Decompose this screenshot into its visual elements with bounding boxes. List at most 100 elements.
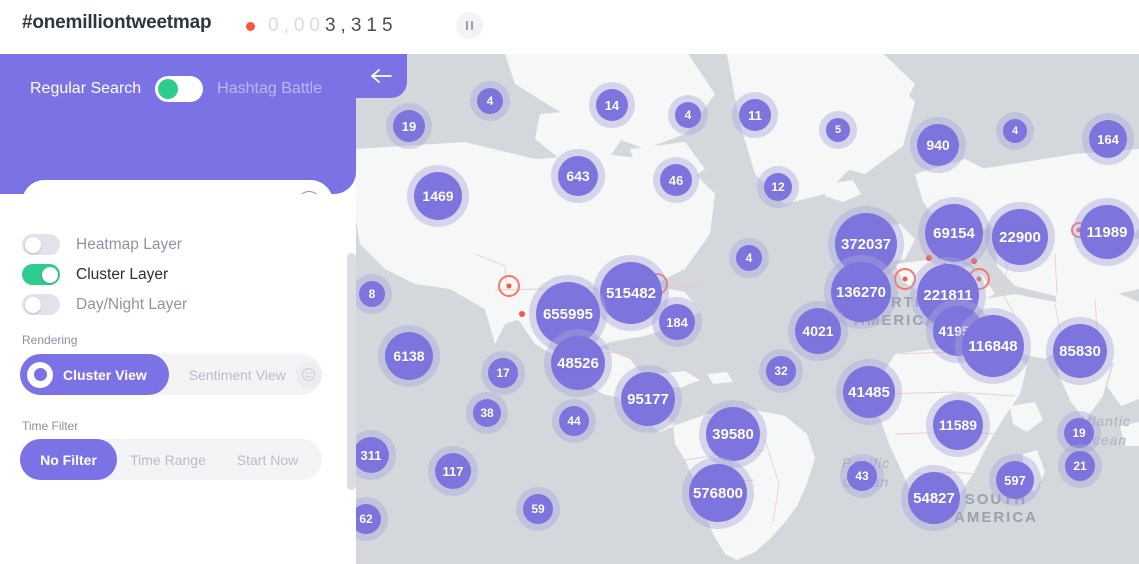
- counter-dim-digits: 0,00: [268, 15, 325, 37]
- cluster-bubble[interactable]: 643: [558, 156, 598, 196]
- pause-button[interactable]: [456, 12, 483, 39]
- cluster-bubble[interactable]: 85830: [1053, 324, 1107, 378]
- cluster-bubble[interactable]: 44: [559, 406, 589, 436]
- cluster-bubble-count: 136270: [836, 285, 886, 300]
- tweet-marker-dot[interactable]: [519, 311, 525, 317]
- cluster-bubble-count: 69154: [933, 226, 975, 241]
- counter-bright-digits: 3,315: [325, 15, 398, 37]
- time-filter-option-time-range-label: Time Range: [130, 452, 206, 468]
- cluster-bubble[interactable]: 11: [739, 99, 771, 131]
- world-map[interactable]: NORTHAMERICA SOUTHAMERICA EUROPE AFRICA …: [355, 54, 1139, 564]
- cluster-bubble[interactable]: 32: [766, 356, 796, 386]
- time-filter-option-time-range[interactable]: Time Range: [117, 439, 219, 480]
- cluster-bubble-count: 116848: [968, 339, 1017, 354]
- cluster-bubble-count: 48526: [557, 356, 599, 371]
- cluster-bubble-count: 21: [1073, 460, 1086, 472]
- cluster-bubble[interactable]: 39580: [706, 407, 760, 461]
- cluster-bubble[interactable]: 69154: [925, 204, 983, 262]
- time-filter-option-start-now-label: Start Now: [237, 452, 298, 468]
- rendering-option-cluster-view[interactable]: Cluster View: [20, 354, 169, 395]
- layer-row-cluster[interactable]: Cluster Layer: [22, 264, 168, 285]
- cluster-bubble-count: 311: [361, 449, 382, 462]
- cluster-bubble[interactable]: 59: [523, 494, 553, 524]
- cluster-bubble[interactable]: 17: [488, 358, 518, 388]
- cluster-bubble-count: 11: [748, 109, 762, 122]
- cluster-bubble-count: 32: [774, 365, 787, 377]
- cluster-bubble[interactable]: 6138: [385, 332, 433, 380]
- rendering-option-sentiment-view-label: Sentiment View: [189, 367, 286, 383]
- cluster-bubble[interactable]: 11589: [933, 400, 983, 450]
- cluster-bubble[interactable]: 940: [917, 124, 959, 166]
- rendering-segmented-control[interactable]: Cluster View Sentiment View: [20, 354, 322, 395]
- time-filter-option-no-filter[interactable]: No Filter: [20, 439, 117, 480]
- cluster-bubble-count: 43: [855, 470, 868, 482]
- cluster-bubble-count: 4: [746, 252, 753, 264]
- search-mode-switch[interactable]: [155, 76, 203, 102]
- rendering-option-sentiment-view[interactable]: Sentiment View: [169, 354, 328, 395]
- cluster-bubble[interactable]: 4021: [795, 308, 841, 354]
- tweet-marker-ring[interactable]: [498, 275, 520, 297]
- hashtag-battle-label[interactable]: Hashtag Battle: [217, 80, 322, 98]
- layer-row-heatmap[interactable]: Heatmap Layer: [22, 234, 182, 255]
- cluster-bubble-count: 4: [685, 109, 692, 121]
- regular-search-label[interactable]: Regular Search: [30, 80, 141, 98]
- cluster-bubble[interactable]: 184: [659, 304, 695, 340]
- cluster-layer-toggle[interactable]: [22, 264, 60, 285]
- cluster-bubble[interactable]: 116848: [962, 315, 1024, 377]
- rendering-option-cluster-view-label: Cluster View: [63, 367, 147, 383]
- cluster-bubble[interactable]: 164: [1089, 120, 1127, 158]
- cluster-bubble[interactable]: 4: [477, 88, 503, 114]
- cluster-bubble[interactable]: 22900: [992, 209, 1048, 265]
- heatmap-layer-label: Heatmap Layer: [76, 236, 182, 254]
- collapse-sidebar-button[interactable]: [355, 54, 407, 98]
- cluster-bubble-count: 515482: [606, 286, 656, 301]
- cluster-bubble[interactable]: 8: [359, 281, 385, 307]
- cluster-bubble[interactable]: 4: [675, 102, 701, 128]
- cluster-bubble-count: 19: [1072, 427, 1085, 439]
- time-filter-option-start-now[interactable]: Start Now: [219, 439, 316, 480]
- tweet-marker-dot[interactable]: [926, 255, 932, 261]
- heatmap-layer-toggle[interactable]: [22, 234, 60, 255]
- cluster-bubble-count: 117: [443, 465, 464, 478]
- sidebar-panel: Regular Search Hashtag Battle i Heatmap …: [0, 54, 356, 564]
- tweet-marker-dot[interactable]: [971, 258, 977, 264]
- cluster-bubble[interactable]: 19: [1064, 418, 1094, 448]
- cluster-bubble[interactable]: 14: [596, 89, 628, 121]
- cluster-bubble[interactable]: 576800: [689, 464, 747, 522]
- cluster-bubble-count: 85830: [1059, 344, 1101, 359]
- cluster-bubble[interactable]: 117: [435, 453, 471, 489]
- cluster-bubble-count: 38: [480, 407, 493, 419]
- cluster-bubble-count: 1469: [422, 189, 453, 203]
- tweet-marker-ring[interactable]: [894, 268, 916, 290]
- daynight-layer-toggle[interactable]: [22, 294, 60, 315]
- cluster-bubble[interactable]: 11989: [1080, 205, 1134, 259]
- cluster-bubble[interactable]: 1469: [414, 172, 462, 220]
- cluster-bubble[interactable]: 95177: [621, 372, 675, 426]
- cluster-bubble[interactable]: 12: [764, 173, 792, 201]
- cluster-bubble[interactable]: 515482: [600, 262, 662, 324]
- cluster-bubble[interactable]: 5: [826, 118, 850, 142]
- time-filter-segmented-control[interactable]: No Filter Time Range Start Now: [20, 439, 322, 480]
- cluster-bubble[interactable]: 655995: [536, 282, 600, 346]
- cluster-bubble[interactable]: 54827: [908, 472, 960, 524]
- search-panel: Regular Search Hashtag Battle i: [0, 54, 356, 194]
- cluster-bubble[interactable]: 4: [736, 245, 762, 271]
- cluster-bubble-count: 4021: [802, 324, 833, 338]
- layer-row-daynight[interactable]: Day/Night Layer: [22, 294, 187, 315]
- cluster-bubble[interactable]: 597: [996, 461, 1034, 499]
- cluster-bubble[interactable]: 46: [660, 164, 692, 196]
- cluster-bubble[interactable]: 38: [473, 399, 501, 427]
- app-header: #onemilliontweetmap 0,00 3,315: [0, 0, 1139, 54]
- cluster-bubble-count: 22900: [999, 230, 1041, 245]
- sidebar-scrollbar[interactable]: [347, 253, 356, 490]
- cluster-bubble-count: 940: [926, 138, 949, 152]
- cluster-bubble[interactable]: 43: [847, 461, 877, 491]
- cluster-bubble[interactable]: 48526: [551, 336, 605, 390]
- cluster-bubble-count: 19: [402, 120, 416, 133]
- cluster-bubble[interactable]: 41485: [843, 366, 895, 418]
- cluster-bubble[interactable]: 21: [1065, 451, 1095, 481]
- cluster-bubble-count: 5: [835, 125, 841, 136]
- cluster-bubble[interactable]: 4: [1003, 119, 1027, 143]
- cluster-bubble[interactable]: 136270: [831, 262, 891, 322]
- cluster-bubble[interactable]: 19: [393, 110, 425, 142]
